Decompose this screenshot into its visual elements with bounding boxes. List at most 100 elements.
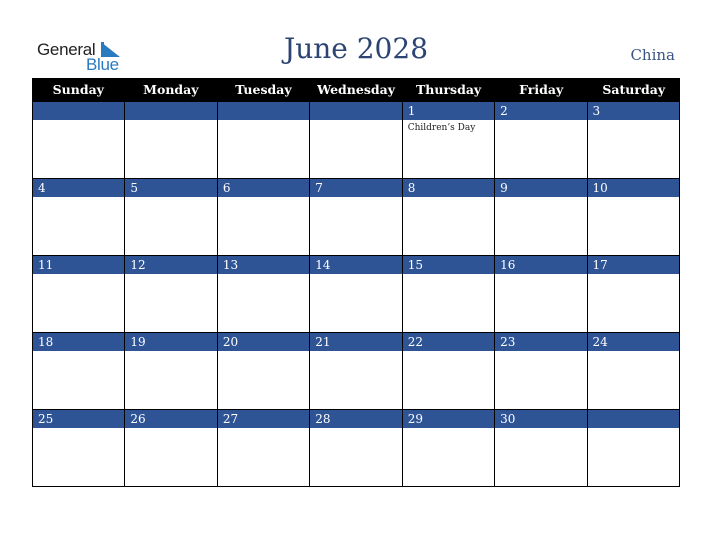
holiday-event — [218, 120, 309, 123]
day-number — [217, 102, 310, 120]
day-number: 24 — [587, 333, 679, 351]
day-number: 2 — [495, 102, 587, 120]
holiday-event — [125, 274, 216, 277]
weekday-tuesday: Tuesday — [235, 82, 292, 97]
day-number: 16 — [495, 256, 587, 274]
day-number: 22 — [402, 333, 495, 351]
day-number: 13 — [217, 256, 310, 274]
day-number: 17 — [587, 256, 679, 274]
holiday-event — [33, 428, 124, 431]
day-cell — [125, 102, 218, 179]
holiday-event — [495, 428, 586, 431]
holiday-event — [310, 274, 401, 277]
day-cell: 15 — [402, 256, 496, 333]
day-number: 18 — [33, 333, 125, 351]
holiday-event — [588, 351, 679, 354]
day-cell: 20 — [217, 333, 311, 410]
day-number: 14 — [310, 256, 402, 274]
day-number: 25 — [33, 410, 125, 428]
weekday-monday: Monday — [143, 82, 199, 97]
day-number: 9 — [495, 179, 587, 197]
day-number — [125, 102, 217, 120]
holiday-event — [218, 428, 309, 431]
day-number: 4 — [33, 179, 125, 197]
holiday-event — [125, 120, 216, 123]
day-cell — [33, 102, 126, 179]
day-cell: 18 — [33, 333, 126, 410]
week-row: 18 19 20 21 22 23 24 — [32, 333, 680, 410]
holiday-event — [588, 274, 679, 277]
holiday-event — [310, 197, 401, 200]
weekday-header-row: Sunday Monday Tuesday Wednesday Thursday… — [32, 78, 680, 102]
country-label: China — [630, 46, 675, 64]
holiday-event — [495, 274, 586, 277]
holiday-event — [588, 120, 679, 123]
day-cell: 11 — [33, 256, 126, 333]
holiday-event — [403, 274, 494, 277]
holiday-event — [588, 197, 679, 200]
day-cell: 30 — [495, 410, 588, 487]
day-number: 20 — [217, 333, 310, 351]
day-number: 29 — [402, 410, 495, 428]
day-number: 21 — [310, 333, 402, 351]
day-cell: 9 — [495, 179, 588, 256]
weekday-friday: Friday — [519, 82, 564, 97]
day-cell: 23 — [495, 333, 588, 410]
holiday-event — [403, 197, 494, 200]
day-cell: 14 — [310, 256, 403, 333]
day-cell — [310, 102, 403, 179]
day-cell: 17 — [587, 256, 680, 333]
day-number — [33, 102, 125, 120]
day-cell: 26 — [125, 410, 218, 487]
holiday-event — [495, 351, 586, 354]
day-number: 19 — [125, 333, 217, 351]
day-number — [310, 102, 402, 120]
day-cell: 28 — [310, 410, 403, 487]
holiday-event — [310, 428, 401, 431]
day-cell: 19 — [125, 333, 218, 410]
day-cell: 16 — [495, 256, 588, 333]
holiday-event — [33, 197, 124, 200]
weekday-thursday: Thursday — [415, 82, 482, 97]
holiday-event — [588, 428, 679, 431]
weeks-container: 1 Children’s Day 2 3 4 5 6 7 8 9 10 11 12 13 14 15 16 17 1… — [32, 102, 680, 487]
day-cell: 4 — [33, 179, 126, 256]
day-number: 28 — [310, 410, 402, 428]
holiday-event — [125, 197, 216, 200]
day-number: 15 — [402, 256, 495, 274]
week-row: 11 12 13 14 15 16 17 — [32, 256, 680, 333]
week-row: 1 Children’s Day 2 3 — [32, 102, 680, 179]
day-number: 11 — [33, 256, 125, 274]
week-row: 25 26 27 28 29 30 — [32, 410, 680, 487]
day-cell: 1 Children’s Day — [402, 102, 496, 179]
holiday-event — [403, 428, 494, 431]
day-cell: 27 — [217, 410, 311, 487]
day-number: 30 — [495, 410, 587, 428]
day-cell: 25 — [33, 410, 126, 487]
day-number: 12 — [125, 256, 217, 274]
holiday-event — [495, 197, 586, 200]
day-number: 23 — [495, 333, 587, 351]
day-cell: 24 — [587, 333, 680, 410]
day-number: 7 — [310, 179, 402, 197]
day-cell: 2 — [495, 102, 588, 179]
holiday-event — [33, 274, 124, 277]
holiday-event — [33, 351, 124, 354]
day-number: 1 — [402, 102, 495, 120]
day-number: 5 — [125, 179, 217, 197]
day-cell: 21 — [310, 333, 403, 410]
day-cell: 22 — [402, 333, 496, 410]
holiday-event — [218, 274, 309, 277]
calendar-grid: Sunday Monday Tuesday Wednesday Thursday… — [32, 78, 680, 487]
holiday-event — [495, 120, 586, 123]
day-cell — [587, 410, 680, 487]
holiday-event — [310, 120, 401, 123]
week-row: 4 5 6 7 8 9 10 — [32, 179, 680, 256]
day-number: 26 — [125, 410, 217, 428]
day-cell: 5 — [125, 179, 218, 256]
day-cell: 8 — [402, 179, 496, 256]
day-cell: 12 — [125, 256, 218, 333]
holiday-event — [310, 351, 401, 354]
day-number: 27 — [217, 410, 310, 428]
holiday-event — [403, 351, 494, 354]
